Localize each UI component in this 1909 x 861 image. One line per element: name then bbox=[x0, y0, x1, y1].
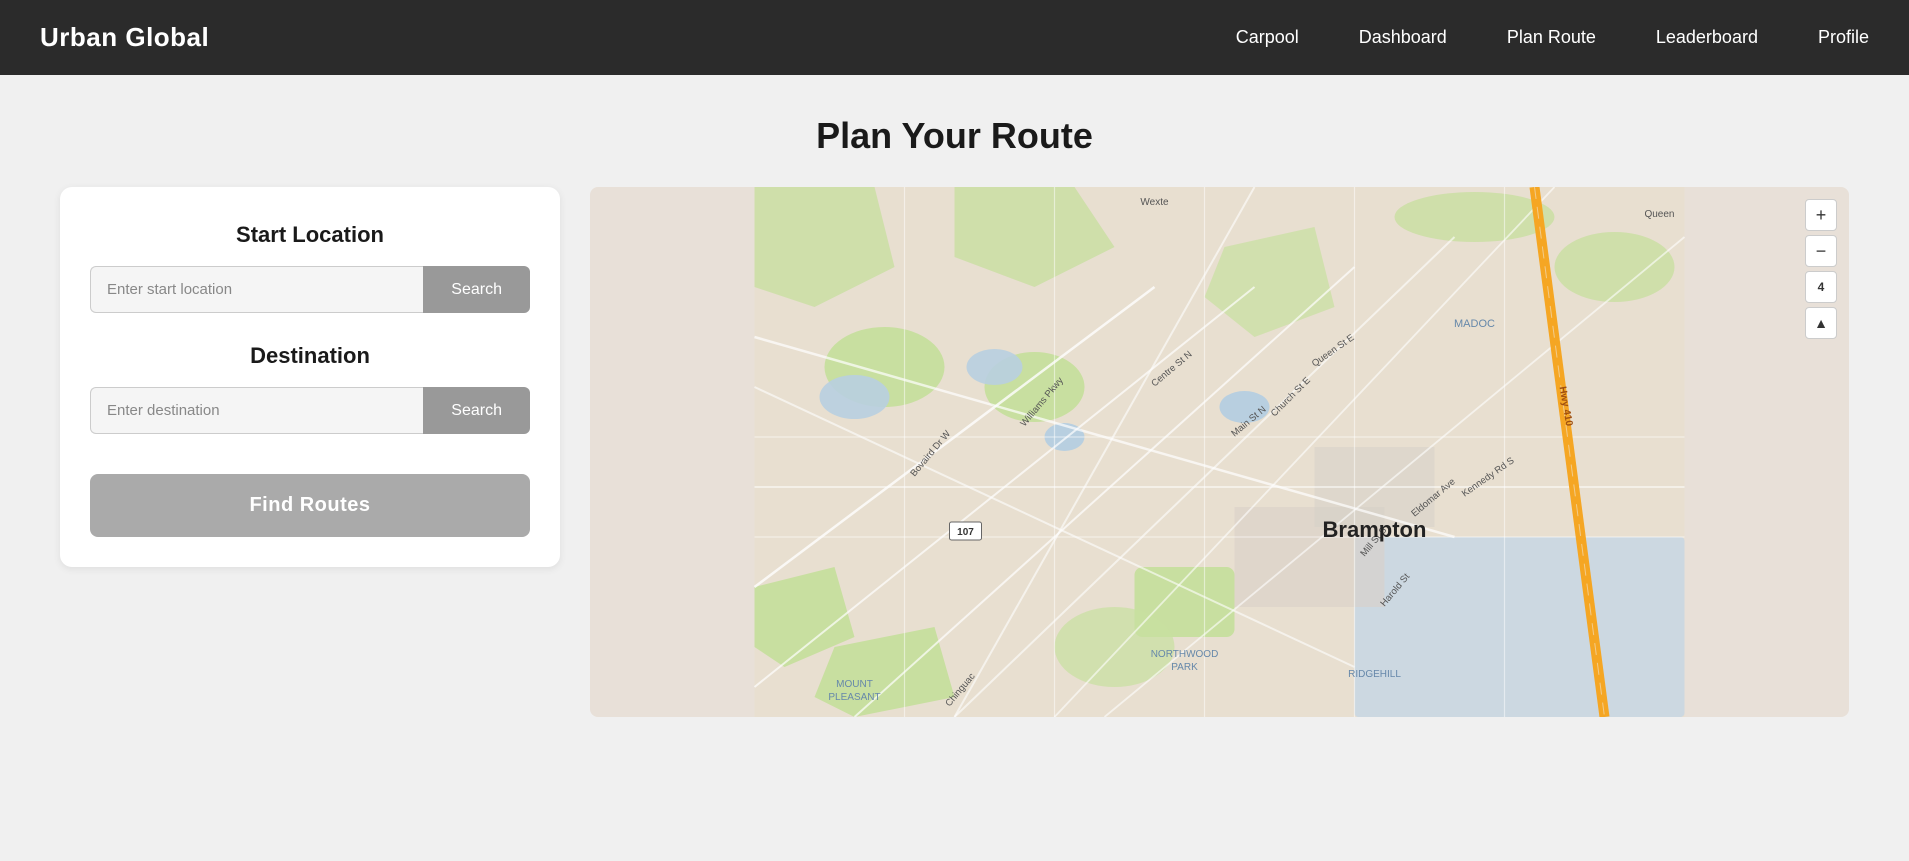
navbar-brand: Urban Global bbox=[40, 22, 209, 53]
nav-item-leaderboard[interactable]: Leaderboard bbox=[1656, 27, 1758, 48]
navbar-nav: Carpool Dashboard Plan Route Leaderboard… bbox=[1236, 27, 1869, 48]
svg-text:PARK: PARK bbox=[1171, 662, 1198, 673]
navbar: Urban Global Carpool Dashboard Plan Rout… bbox=[0, 0, 1909, 75]
start-location-section: Start Location Search bbox=[90, 222, 530, 313]
zoom-level-button[interactable]: 4 bbox=[1805, 271, 1837, 303]
nav-item-dashboard[interactable]: Dashboard bbox=[1359, 27, 1447, 48]
form-panel: Start Location Search Destination Search… bbox=[60, 187, 560, 567]
nav-link-carpool[interactable]: Carpool bbox=[1236, 27, 1299, 47]
start-location-input[interactable] bbox=[90, 266, 423, 313]
svg-text:RIDGEHILL: RIDGEHILL bbox=[1348, 669, 1401, 680]
nav-link-leaderboard[interactable]: Leaderboard bbox=[1656, 27, 1758, 47]
nav-item-plan-route[interactable]: Plan Route bbox=[1507, 27, 1596, 48]
destination-search-button[interactable]: Search bbox=[423, 387, 530, 434]
svg-text:Brampton: Brampton bbox=[1323, 517, 1427, 542]
start-location-label: Start Location bbox=[90, 222, 530, 248]
zoom-in-button[interactable]: + bbox=[1805, 199, 1837, 231]
destination-section: Destination Search bbox=[90, 343, 530, 434]
svg-text:MADOC: MADOC bbox=[1454, 318, 1495, 330]
svg-text:PLEASANT: PLEASANT bbox=[828, 692, 880, 703]
nav-link-plan-route[interactable]: Plan Route bbox=[1507, 27, 1596, 47]
nav-link-dashboard[interactable]: Dashboard bbox=[1359, 27, 1447, 47]
start-input-row: Search bbox=[90, 266, 530, 313]
svg-text:NORTHWOOD: NORTHWOOD bbox=[1151, 649, 1219, 660]
destination-input-row: Search bbox=[90, 387, 530, 434]
destination-input[interactable] bbox=[90, 387, 423, 434]
nav-item-profile[interactable]: Profile bbox=[1818, 27, 1869, 48]
map-container: 107 Bovaird Dr W Williams Pkwy Centre St… bbox=[590, 187, 1849, 717]
nav-link-profile[interactable]: Profile bbox=[1818, 27, 1869, 47]
svg-text:Wexte: Wexte bbox=[1140, 197, 1169, 208]
map-controls: + − 4 ▲ bbox=[1805, 199, 1837, 339]
svg-text:MOUNT: MOUNT bbox=[836, 679, 873, 690]
compass-button[interactable]: ▲ bbox=[1805, 307, 1837, 339]
destination-label: Destination bbox=[90, 343, 530, 369]
map-svg: 107 Bovaird Dr W Williams Pkwy Centre St… bbox=[590, 187, 1849, 717]
page-title: Plan Your Route bbox=[60, 115, 1849, 157]
svg-text:Queen: Queen bbox=[1644, 209, 1674, 220]
svg-text:107: 107 bbox=[957, 527, 974, 538]
content-area: Start Location Search Destination Search… bbox=[60, 187, 1849, 717]
nav-item-carpool[interactable]: Carpool bbox=[1236, 27, 1299, 48]
zoom-out-button[interactable]: − bbox=[1805, 235, 1837, 267]
main-content: Plan Your Route Start Location Search De… bbox=[0, 75, 1909, 717]
start-search-button[interactable]: Search bbox=[423, 266, 530, 313]
find-routes-button[interactable]: Find Routes bbox=[90, 474, 530, 537]
